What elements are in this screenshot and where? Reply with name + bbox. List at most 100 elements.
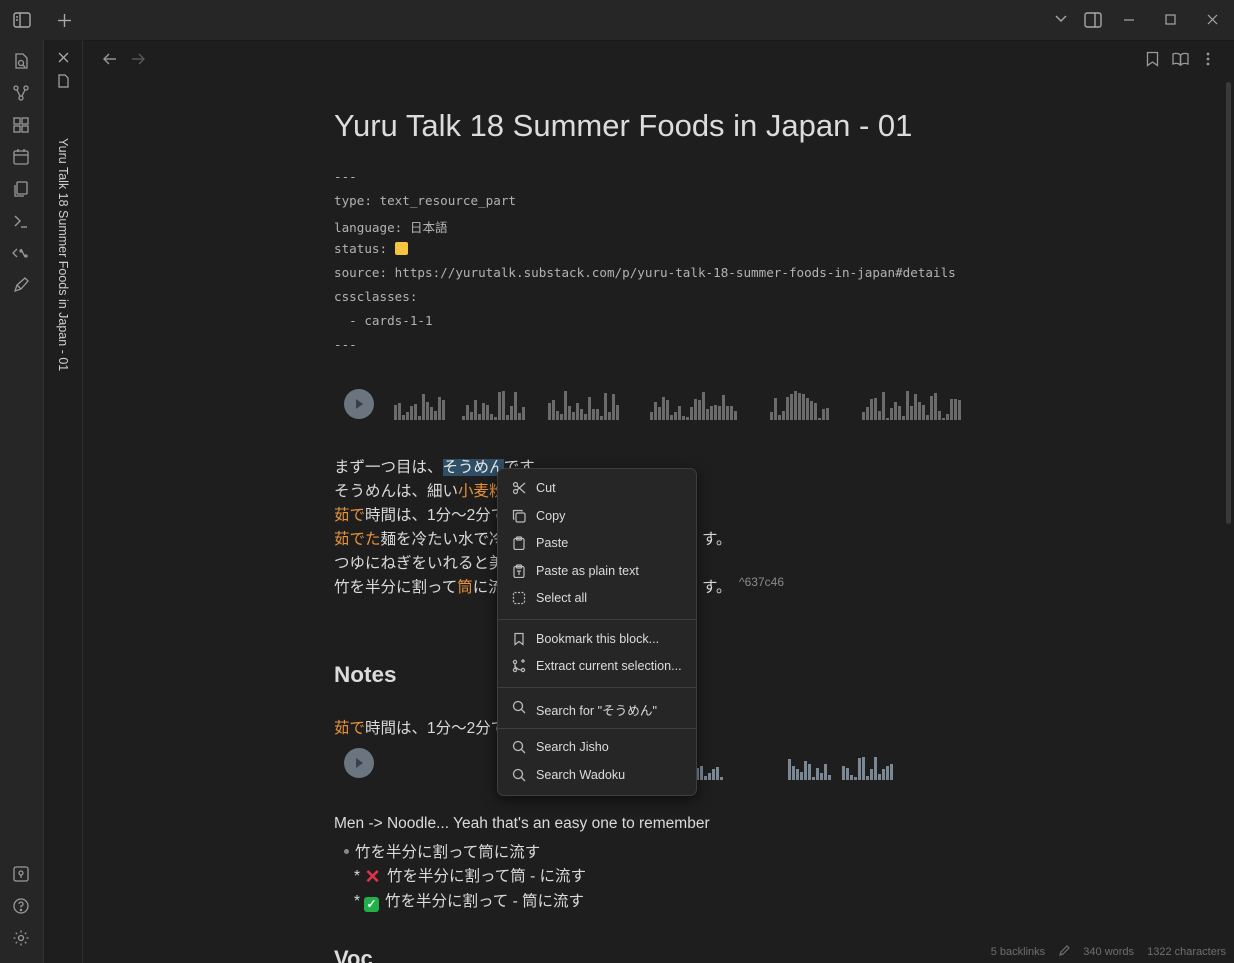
transcript-line[interactable]: 竹を半分に割って筒に流: [334, 575, 504, 597]
transcript-line[interactable]: 茹でた麺を冷たい水で冷: [334, 527, 505, 549]
chevron-down-icon[interactable]: [1054, 14, 1068, 24]
vault-switcher-icon[interactable]: [12, 865, 30, 883]
wrong-example-line[interactable]: * ✕ 竹を半分に割って筒 - に流す: [354, 864, 586, 887]
open-quick-switcher-icon[interactable]: [12, 52, 30, 70]
tab-title[interactable]: Yuru Talk 18 Summer Foods in Japan - 01: [56, 138, 70, 371]
minimize-icon[interactable]: [1123, 19, 1135, 21]
notes-heading[interactable]: Notes: [334, 662, 397, 688]
close-tab-icon[interactable]: [58, 52, 69, 63]
check-mark-icon: ✓: [364, 897, 380, 912]
bookmark-icon[interactable]: [1146, 51, 1159, 67]
templates-icon[interactable]: [12, 180, 30, 198]
menu-item-extract-selection[interactable]: Extract current selection...: [504, 654, 690, 680]
waveform-bar: [418, 416, 421, 420]
menu-item-paste-plain[interactable]: Paste as plain text: [504, 559, 690, 585]
back-arrow-icon[interactable]: [103, 53, 117, 65]
audio-waveform[interactable]: [392, 386, 962, 420]
menu-item-search-for-selection[interactable]: Search for "そうめん": [504, 695, 690, 721]
right-sidebar-icon[interactable]: [1084, 12, 1102, 28]
waveform-bar: [398, 403, 401, 420]
audio-play-button[interactable]: [344, 389, 374, 419]
waveform-bar: [414, 404, 417, 420]
menu-item-select-all[interactable]: Select all: [504, 586, 690, 612]
frontmatter-key: language:: [334, 220, 403, 235]
men-line[interactable]: Men -> Noodle... Yeah that's an easy one…: [334, 815, 710, 833]
command-palette-icon[interactable]: [12, 212, 30, 230]
frontmatter-cssclasses-item[interactable]: - cards-1-1: [334, 313, 432, 328]
waveform-bar: [926, 415, 929, 420]
menu-item-label: Search for "そうめん": [536, 704, 657, 718]
select-all-icon: [512, 591, 526, 605]
frontmatter-close[interactable]: ---: [334, 337, 357, 352]
waveform-bar: [874, 398, 877, 420]
waveform-bar: [886, 418, 889, 420]
text-span: 時間は、1分〜2分で: [365, 720, 507, 737]
menu-item-paste[interactable]: Paste: [504, 531, 690, 557]
excalidraw-icon[interactable]: [12, 276, 30, 294]
next-heading[interactable]: Voc: [334, 946, 373, 963]
frontmatter-open[interactable]: ---: [334, 169, 357, 184]
graph-view-icon[interactable]: [12, 84, 30, 102]
bullet-item[interactable]: 竹を半分に割って筒に流す: [344, 840, 540, 862]
transcript-line[interactable]: そうめんは、細い小麦粉: [334, 479, 505, 501]
waveform-bar: [466, 405, 469, 420]
frontmatter-status[interactable]: status:: [334, 241, 408, 256]
transcript-line[interactable]: 茹で時間は、1分〜2分で: [334, 503, 506, 525]
notes-line[interactable]: 茹で時間は、1分〜2分で: [334, 716, 506, 738]
sidebar-toggle-icon[interactable]: [13, 12, 31, 28]
waveform-bar: [954, 399, 957, 420]
menu-item-search-jisho[interactable]: Search Jisho: [504, 735, 690, 761]
selected-text[interactable]: そうめん: [442, 459, 504, 476]
search-icon: [512, 768, 526, 782]
waveform-bar: [592, 409, 595, 420]
new-tab-icon[interactable]: [57, 13, 72, 28]
canvas-icon[interactable]: [12, 116, 30, 134]
edit-mode-icon[interactable]: [1058, 945, 1071, 957]
waveform-bar: [826, 408, 829, 420]
waveform-bar: [552, 400, 555, 420]
waveform-bar: [812, 777, 815, 780]
waveform-bar: [494, 417, 497, 420]
frontmatter-cssclasses[interactable]: cssclasses:: [334, 289, 417, 304]
waveform-bar: [842, 766, 845, 780]
more-options-icon[interactable]: [1206, 52, 1210, 66]
maximize-icon[interactable]: [1165, 14, 1176, 25]
frontmatter-source[interactable]: source: https://yurutalk.substack.com/p/…: [334, 265, 956, 280]
close-icon[interactable]: [1207, 14, 1218, 25]
menu-item-label: Cut: [536, 481, 556, 495]
forward-arrow-icon[interactable]: [131, 53, 145, 65]
menu-item-label: Paste as plain text: [536, 564, 639, 578]
frontmatter-language[interactable]: language: 日本語: [334, 217, 448, 236]
help-icon[interactable]: [12, 897, 30, 915]
waveform-bar: [700, 766, 703, 780]
waveform-bar: [434, 411, 437, 420]
waveform-bar: [798, 393, 801, 420]
reading-view-icon[interactable]: [1172, 52, 1189, 66]
waveform-bar: [858, 758, 861, 780]
transcript-line[interactable]: つゆにねぎをいれると美: [334, 551, 505, 573]
frontmatter-type[interactable]: type: text_resource_part: [334, 193, 516, 208]
waveform-bar: [922, 405, 925, 420]
menu-item-bookmark-block[interactable]: Bookmark this block...: [504, 627, 690, 653]
note-title[interactable]: Yuru Talk 18 Summer Foods in Japan - 01: [334, 108, 912, 144]
transcript-line-tail: す。: [702, 579, 732, 596]
menu-item-cut[interactable]: Cut: [504, 476, 690, 502]
waveform-bar: [694, 399, 697, 420]
audio-play-button[interactable]: [344, 748, 374, 778]
templater-icon[interactable]: [12, 244, 30, 262]
status-bar: 5 backlinks 340 words 1322 characters: [981, 945, 1226, 958]
backlinks-count[interactable]: 5 backlinks: [991, 946, 1045, 958]
waveform-bar: [442, 400, 445, 420]
right-example-line[interactable]: * ✓ 竹を半分に割って - 筒に流す: [354, 889, 584, 912]
scrollbar-thumb[interactable]: [1226, 82, 1231, 524]
waveform-bar: [930, 396, 933, 420]
waveform-bar: [822, 409, 825, 420]
waveform-bar: [950, 399, 953, 420]
waveform-bar: [486, 405, 489, 420]
menu-item-search-wadoku[interactable]: Search Wadoku: [504, 763, 690, 789]
audio-waveform[interactable]: [696, 752, 906, 780]
waveform-bar: [958, 400, 961, 420]
menu-item-copy[interactable]: Copy: [504, 504, 690, 530]
settings-icon[interactable]: [12, 929, 30, 947]
daily-note-icon[interactable]: [12, 148, 30, 166]
